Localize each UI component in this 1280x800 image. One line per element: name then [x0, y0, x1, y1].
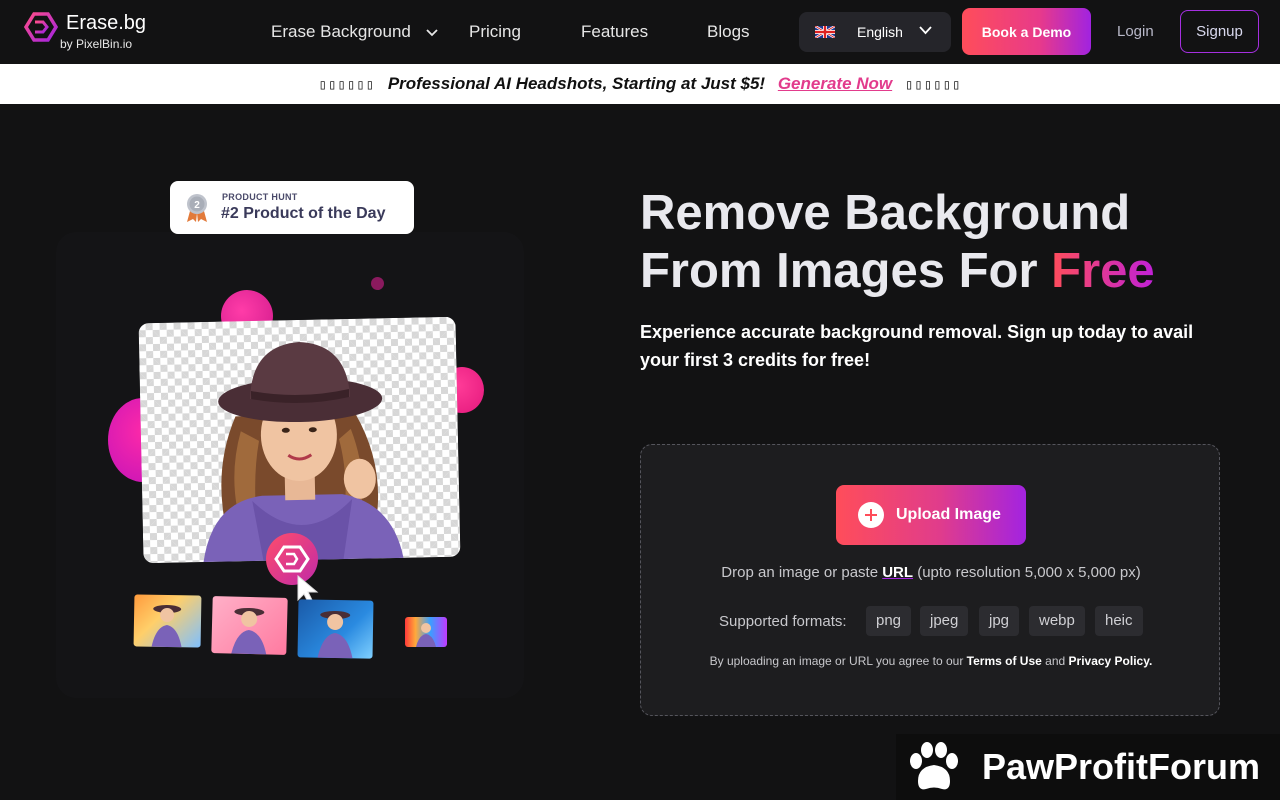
- format-chip: jpeg: [920, 606, 969, 636]
- nav-features[interactable]: Features: [581, 22, 648, 42]
- drop-instructions: Drop an image or paste URL (upto resolut…: [641, 564, 1221, 581]
- language-label: English: [857, 24, 903, 40]
- hero-headline: Remove Background From Images For Free: [640, 184, 1240, 300]
- cutout-preview-image: [138, 316, 461, 564]
- format-chip: heic: [1095, 606, 1143, 636]
- headline-highlight: Free: [1051, 244, 1155, 298]
- paste-url-link[interactable]: URL: [882, 564, 913, 581]
- sample-thumbnail[interactable]: [211, 596, 288, 655]
- product-hunt-badge[interactable]: 2 PRODUCT HUNT #2 Product of the Day: [170, 181, 414, 234]
- watermark-text: PawProfitForum: [982, 746, 1261, 787]
- brand-sub: by PixelBin.io: [60, 37, 133, 51]
- book-demo-button[interactable]: Book a Demo: [962, 8, 1091, 55]
- headline-line-2-text: From Images For: [640, 244, 1052, 298]
- drop-suffix: (upto resolution 5,000 x 5,000 px): [913, 564, 1141, 581]
- promo-banner-text: ▯▯▯▯▯▯ Professional AI Headshots, Starti…: [0, 74, 1280, 94]
- format-chip: jpg: [979, 606, 1020, 636]
- paw-icon: [910, 742, 958, 790]
- brand-logo[interactable]: Erase.bg by PixelBin.io: [24, 10, 154, 54]
- format-chip: png: [866, 606, 912, 636]
- upload-image-button[interactable]: Upload Image: [836, 485, 1026, 545]
- sample-thumbnail[interactable]: [297, 599, 374, 659]
- nav-erase-background-label: Erase Background: [271, 22, 411, 41]
- formats-label: Supported formats:: [719, 613, 847, 630]
- nav-erase-background[interactable]: Erase Background: [271, 22, 438, 42]
- banner-message: Professional AI Headshots, Starting at J…: [387, 74, 766, 93]
- medal-rank: 2: [194, 200, 200, 211]
- terms-prefix: By uploading an image or URL you agree t…: [709, 654, 967, 668]
- privacy-policy-link[interactable]: Privacy Policy.: [1069, 654, 1153, 668]
- login-link[interactable]: Login: [1117, 23, 1154, 40]
- terms-of-use-link[interactable]: Terms of Use: [967, 654, 1042, 668]
- terms-notice: By uploading an image or URL you agree t…: [641, 654, 1221, 668]
- headline-line-1: Remove Background: [640, 186, 1131, 240]
- medal-icon: 2: [187, 194, 207, 222]
- format-chip: webp: [1029, 606, 1085, 636]
- headline-line-2: From Images For Free: [640, 242, 1240, 300]
- sample-thumbnail[interactable]: [133, 594, 202, 648]
- promo-banner: ▯▯▯▯▯▯ Professional AI Headshots, Starti…: [0, 64, 1280, 104]
- decor-dot: [371, 277, 384, 290]
- upload-image-label: Upload Image: [896, 506, 1001, 523]
- chevron-down-icon: [919, 26, 932, 35]
- banner-emoji-left: ▯▯▯▯▯▯: [318, 77, 376, 93]
- nav-blogs[interactable]: Blogs: [707, 22, 750, 42]
- drop-prefix: Drop an image or paste: [721, 564, 883, 581]
- watermark: PawProfitForum: [896, 734, 1280, 800]
- woman-with-hat-illustration: [203, 341, 404, 563]
- sample-thumbnail[interactable]: [405, 617, 447, 647]
- signup-button[interactable]: Signup: [1180, 10, 1259, 53]
- brand-name: Erase.bg: [66, 12, 147, 34]
- product-hunt-label: PRODUCT HUNT: [222, 192, 298, 202]
- upload-dropzone[interactable]: Upload Image Drop an image or paste URL …: [640, 444, 1220, 716]
- hero-subhead: Experience accurate background removal. …: [640, 322, 1194, 370]
- top-nav: Erase.bg by PixelBin.io Erase Background…: [0, 0, 1280, 64]
- banner-emoji-right: ▯▯▯▯▯▯: [904, 77, 962, 93]
- generate-now-link[interactable]: Generate Now: [778, 74, 892, 93]
- nav-pricing[interactable]: Pricing: [469, 22, 521, 42]
- plus-icon: [858, 502, 884, 528]
- erase-bg-logo-icon: [24, 12, 58, 42]
- language-selector[interactable]: English: [799, 12, 951, 52]
- terms-and: and: [1041, 654, 1069, 668]
- uk-flag-icon: [815, 26, 835, 38]
- product-hunt-title: #2 Product of the Day: [221, 205, 386, 222]
- chevron-down-icon: [425, 28, 438, 36]
